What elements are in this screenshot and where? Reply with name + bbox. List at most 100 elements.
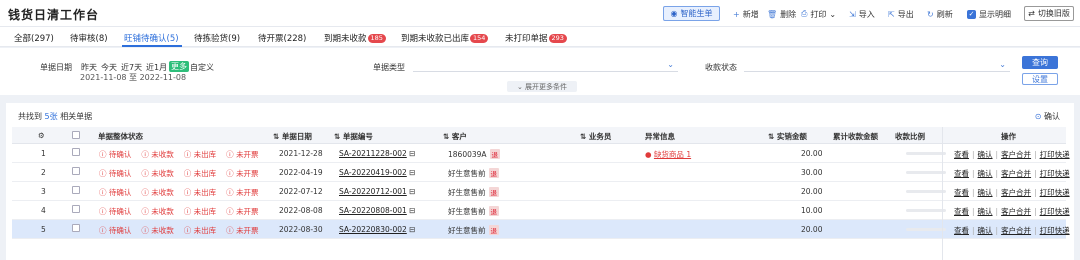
code-cell[interactable]: SA-20220419-002 ⊟ [339, 168, 415, 177]
view-link[interactable]: 查看 [954, 207, 969, 216]
code-cell[interactable]: SA-20211228-002 ⊟ [339, 149, 415, 158]
confirm-link[interactable]: 确认 [978, 150, 993, 159]
amount-cell: 20.00 [801, 225, 823, 234]
table-row[interactable]: 5 ⓘ 待确认 ⓘ 未收款 ⓘ 未出库 ⓘ 未开票 2022-08-30 SA-202… [12, 220, 1070, 239]
col-code[interactable]: ⇅ 单据编号 [334, 131, 373, 142]
status-flag: ⓘ 未收款 [141, 169, 174, 178]
row-checkbox[interactable] [72, 186, 80, 194]
show-detail-toggle[interactable]: ✓ 显示明细 [967, 7, 1011, 21]
row-checkbox[interactable] [72, 224, 80, 232]
view-link[interactable]: 查看 [954, 150, 969, 159]
status-tabs: 全部(297) 待审核(8) 旺铺待确认(5) 待拣验货(9) 待开票(228)… [0, 27, 1080, 47]
print-express-link[interactable]: 打印快递 [1040, 188, 1070, 197]
print-express-link[interactable]: 打印快递 [1040, 226, 1070, 235]
date-option-more[interactable]: 更多 [169, 61, 189, 72]
column-settings-icon[interactable]: ⚙ [38, 131, 45, 140]
receipt-status-label: 收款状态 [705, 63, 737, 72]
status-flag: ⓘ 未出库 [183, 226, 217, 235]
confirm-link[interactable]: 确认 [978, 188, 993, 197]
expand-more-button[interactable]: ⌄ 展开更多条件 [507, 81, 577, 92]
copy-icon[interactable]: ⊟ [409, 168, 415, 177]
tab-all[interactable]: 全部(297) [14, 32, 54, 44]
view-link[interactable]: 查看 [954, 188, 969, 197]
import-button[interactable]: ⇲ 导入 [849, 7, 875, 21]
code-cell[interactable]: SA-20220830-002 ⊟ [339, 225, 415, 234]
confirm-link[interactable]: 确认 [978, 207, 993, 216]
merge-customer-link[interactable]: 客户合并 [1001, 150, 1031, 159]
receipt-ratio-bar [906, 209, 946, 212]
row-checkbox[interactable] [72, 167, 80, 175]
tab-pending-invoice[interactable]: 待开票(228) [258, 32, 306, 44]
merge-customer-link[interactable]: 客户合并 [1001, 207, 1031, 216]
export-button[interactable]: ⇱ 导出 [888, 7, 914, 21]
row-number: 2 [41, 168, 46, 177]
doc-type-select[interactable]: ⌄ [413, 60, 678, 72]
date-range[interactable]: 2021-11-08 至 2022-11-08 [80, 72, 186, 83]
add-button[interactable]: + 新增 [733, 7, 759, 21]
col-amount[interactable]: ⇅ 实销金额 [768, 131, 807, 142]
col-customer[interactable]: ⇅ 客户 [443, 131, 467, 142]
amount-cell: 20.00 [801, 187, 823, 196]
col-receipt-ratio: 收款比例 [895, 132, 925, 141]
receipt-ratio-bar [906, 171, 946, 174]
switch-old-version-button[interactable]: ⇄ 切换旧版 [1024, 6, 1074, 21]
alert-icon: ● [645, 150, 652, 159]
copy-icon[interactable]: ⊟ [409, 206, 415, 215]
print-express-link[interactable]: 打印快递 [1040, 169, 1070, 178]
confirm-link[interactable]: 确认 [978, 169, 993, 178]
batch-confirm-button[interactable]: ⊙ 确认 [1035, 111, 1060, 122]
col-status[interactable]: 单据整体状态 [98, 131, 143, 142]
tab-pending-pick[interactable]: 待拣验货(9) [194, 32, 240, 44]
table-row[interactable]: 3 ⓘ 待确认 ⓘ 未收款 ⓘ 未出库 ⓘ 未开票 2022-07-12 SA-202… [12, 182, 1070, 201]
print-button[interactable]: ⎙ 打印 ⌄ [801, 7, 836, 21]
tab-unprinted[interactable]: 未打印单据 293 [505, 32, 567, 44]
merge-customer-link[interactable]: 客户合并 [1001, 169, 1031, 178]
date-cell: 2021-12-28 [279, 149, 323, 158]
col-date[interactable]: ⇅ 单据日期 [273, 131, 312, 142]
table-row[interactable]: 4 ⓘ 待确认 ⓘ 未收款 ⓘ 未出库 ⓘ 未开票 2022-08-08 SA-202… [12, 201, 1070, 220]
view-link[interactable]: 查看 [954, 169, 969, 178]
return-tag: 退 [488, 187, 499, 197]
tab-overdue-unpaid-shipped[interactable]: 到期未收款已出库 154 [401, 32, 489, 44]
export-icon: ⇱ [888, 9, 895, 19]
select-all-checkbox[interactable] [72, 131, 80, 139]
check-circle-icon: ⊙ [1034, 112, 1042, 121]
row-checkbox[interactable] [72, 205, 80, 213]
settings-button[interactable]: 设置 [1022, 73, 1058, 85]
row-checkbox[interactable] [72, 148, 80, 156]
copy-icon[interactable]: ⊟ [409, 149, 415, 158]
code-cell[interactable]: SA-20220712-001 ⊟ [339, 187, 415, 196]
receipt-status-select[interactable]: ⌄ [744, 60, 1010, 72]
col-salesman[interactable]: ⇅ 业务员 [580, 131, 611, 142]
copy-icon[interactable]: ⊟ [409, 225, 415, 234]
code-cell[interactable]: SA-20220808-001 ⊟ [339, 206, 415, 215]
print-express-link[interactable]: 打印快递 [1040, 207, 1070, 216]
date-option-custom[interactable]: 自定义 [190, 62, 214, 73]
table-row[interactable]: 1 ⓘ 待确认 ⓘ 未收款 ⓘ 未出库 ⓘ 未开票 2021-12-28 SA-202… [12, 144, 1070, 163]
printer-icon: ⎙ [801, 9, 808, 18]
count-badge: 185 [367, 34, 386, 43]
confirm-link[interactable]: 确认 [978, 226, 993, 235]
smart-order-button[interactable]: ◉ 智能生单 [663, 6, 720, 21]
merge-customer-link[interactable]: 客户合并 [1001, 188, 1031, 197]
status-cell: ⓘ 待确认 ⓘ 未收款 ⓘ 未出库 ⓘ 未开票 [99, 149, 269, 160]
status-flag: ⓘ 未出库 [183, 150, 217, 159]
customer-cell: 好生意售前退 [448, 168, 499, 178]
delete-button[interactable]: 🗑 删除 [767, 7, 796, 21]
status-flag: ⓘ 未收款 [141, 150, 174, 159]
print-express-link[interactable]: 打印快递 [1040, 150, 1070, 159]
view-link[interactable]: 查看 [954, 226, 969, 235]
status-flag: ⓘ 待确认 [99, 226, 132, 235]
table-row[interactable]: 2 ⓘ 待确认 ⓘ 未收款 ⓘ 未出库 ⓘ 未开票 2022-04-19 SA-202… [12, 163, 1070, 182]
query-button[interactable]: 查询 [1022, 56, 1058, 69]
status-flag: ⓘ 待确认 [99, 169, 132, 178]
refresh-button[interactable]: ↻ 刷新 [927, 7, 953, 21]
tab-overdue-unpaid[interactable]: 到期未收款 185 [324, 32, 386, 44]
tab-shop-pending-confirm[interactable]: 旺铺待确认(5) [124, 32, 179, 44]
tab-pending-review[interactable]: 待审核(8) [70, 32, 108, 44]
merge-customer-link[interactable]: 客户合并 [1001, 226, 1031, 235]
date-cell: 2022-07-12 [279, 187, 323, 196]
copy-icon[interactable]: ⊟ [409, 187, 415, 196]
exception-link[interactable]: ● 缺货商品 1 [645, 149, 691, 160]
row-number: 5 [41, 225, 46, 234]
